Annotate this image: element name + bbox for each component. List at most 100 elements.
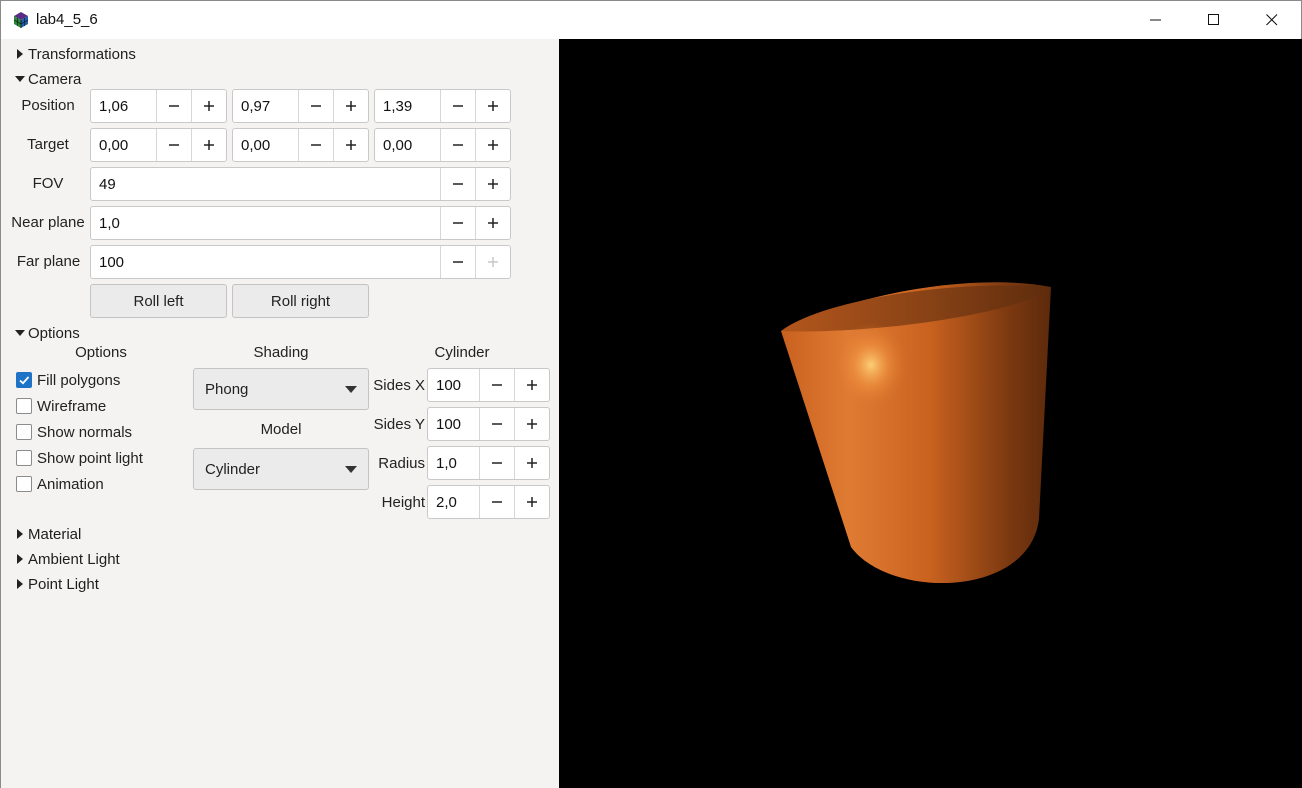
checkbox-checked[interactable]	[16, 372, 32, 388]
show-point-light-label: Show point light	[37, 449, 143, 467]
radius-decrement[interactable]	[479, 447, 514, 479]
title-bar: lab4_5_6	[1, 1, 1301, 38]
minus-icon	[311, 105, 321, 107]
animation-checkbox[interactable]: Animation	[16, 474, 104, 494]
dropdown-caret-icon	[345, 466, 357, 473]
collapsed-arrow-icon	[17, 49, 23, 59]
far-plane-spinner[interactable]: 100	[90, 245, 511, 279]
far-plane-decrement[interactable]	[440, 246, 475, 278]
plus-icon	[346, 140, 356, 150]
plus-icon	[488, 140, 498, 150]
options-column-header: Options	[75, 344, 127, 361]
fill-polygons-checkbox[interactable]: Fill polygons	[16, 370, 120, 390]
position-x-decrement[interactable]	[156, 90, 191, 122]
position-y-increment[interactable]	[333, 90, 368, 122]
sides-x-value[interactable]: 100	[428, 377, 479, 394]
target-x-spinner[interactable]: 0,00	[90, 128, 227, 162]
target-x-value[interactable]: 0,00	[91, 137, 156, 154]
position-y-decrement[interactable]	[298, 90, 333, 122]
target-y-increment[interactable]	[333, 129, 368, 161]
roll-left-button[interactable]: Roll left	[90, 284, 227, 318]
near-plane-decrement[interactable]	[440, 207, 475, 239]
fov-decrement[interactable]	[440, 168, 475, 200]
checkbox-unchecked[interactable]	[16, 398, 32, 414]
maximize-button[interactable]	[1185, 1, 1243, 38]
radius-increment[interactable]	[514, 447, 549, 479]
checkbox-unchecked[interactable]	[16, 450, 32, 466]
section-ambient-light[interactable]: Ambient Light	[15, 549, 120, 569]
minimize-button[interactable]	[1127, 1, 1185, 38]
sides-x-decrement[interactable]	[479, 369, 514, 401]
position-z-increment[interactable]	[475, 90, 510, 122]
target-y-spinner[interactable]: 0,00	[232, 128, 369, 162]
near-plane-increment[interactable]	[475, 207, 510, 239]
far-plane-value[interactable]: 100	[91, 254, 440, 271]
fov-value[interactable]: 49	[91, 176, 440, 193]
collapsed-arrow-icon	[17, 579, 23, 589]
height-value[interactable]: 2,0	[428, 494, 479, 511]
checkbox-unchecked[interactable]	[16, 476, 32, 492]
position-y-value[interactable]: 0,97	[233, 98, 298, 115]
height-spinner[interactable]: 2,0	[427, 485, 550, 519]
section-transformations[interactable]: Transformations	[15, 44, 136, 64]
section-point-light[interactable]: Point Light	[15, 574, 99, 594]
dropdown-caret-icon	[345, 386, 357, 393]
position-y-spinner[interactable]: 0,97	[232, 89, 369, 123]
minus-icon	[169, 105, 179, 107]
show-normals-checkbox[interactable]: Show normals	[16, 422, 132, 442]
plus-icon	[527, 419, 537, 429]
section-options[interactable]: Options	[15, 323, 80, 343]
shading-dropdown[interactable]: Phong	[193, 368, 369, 410]
height-increment[interactable]	[514, 486, 549, 518]
maximize-icon	[1208, 13, 1219, 25]
target-z-value[interactable]: 0,00	[375, 137, 440, 154]
radius-spinner[interactable]: 1,0	[427, 446, 550, 480]
plus-icon	[527, 458, 537, 468]
wireframe-checkbox[interactable]: Wireframe	[16, 396, 106, 416]
section-material[interactable]: Material	[15, 524, 81, 544]
target-y-decrement[interactable]	[298, 129, 333, 161]
sides-y-spinner[interactable]: 100	[427, 407, 550, 441]
fov-increment[interactable]	[475, 168, 510, 200]
window-title: lab4_5_6	[36, 11, 98, 28]
position-z-value[interactable]: 1,39	[375, 98, 440, 115]
plus-icon	[488, 179, 498, 189]
target-x-increment[interactable]	[191, 129, 226, 161]
target-y-value[interactable]: 0,00	[233, 137, 298, 154]
show-point-light-checkbox[interactable]: Show point light	[16, 448, 143, 468]
target-z-spinner[interactable]: 0,00	[374, 128, 511, 162]
close-icon	[1266, 13, 1278, 25]
model-selected-value: Cylinder	[205, 460, 261, 478]
minus-icon	[169, 144, 179, 146]
fov-spinner[interactable]: 49	[90, 167, 511, 201]
near-plane-spinner[interactable]: 1,0	[90, 206, 511, 240]
render-viewport[interactable]	[559, 39, 1302, 788]
position-z-decrement[interactable]	[440, 90, 475, 122]
sides-y-value[interactable]: 100	[428, 416, 479, 433]
far-plane-increment[interactable]	[475, 246, 510, 278]
position-x-increment[interactable]	[191, 90, 226, 122]
height-decrement[interactable]	[479, 486, 514, 518]
sides-x-label: Sides X	[373, 377, 425, 394]
position-label: Position	[21, 97, 75, 114]
checkbox-unchecked[interactable]	[16, 424, 32, 440]
model-dropdown[interactable]: Cylinder	[193, 448, 369, 490]
close-button[interactable]	[1243, 1, 1301, 38]
target-x-decrement[interactable]	[156, 129, 191, 161]
show-normals-label: Show normals	[37, 423, 133, 441]
position-x-value[interactable]: 1,06	[91, 98, 156, 115]
position-x-spinner[interactable]: 1,06	[90, 89, 227, 123]
radius-value[interactable]: 1,0	[428, 455, 479, 472]
app-window: lab4_5_6 Transformations Camera Position…	[0, 0, 1302, 788]
sides-y-increment[interactable]	[514, 408, 549, 440]
target-z-increment[interactable]	[475, 129, 510, 161]
target-z-decrement[interactable]	[440, 129, 475, 161]
sides-x-spinner[interactable]: 100	[427, 368, 550, 402]
plus-icon	[527, 497, 537, 507]
section-camera[interactable]: Camera	[15, 69, 81, 89]
near-plane-value[interactable]: 1,0	[91, 215, 440, 232]
roll-right-button[interactable]: Roll right	[232, 284, 369, 318]
sides-x-increment[interactable]	[514, 369, 549, 401]
position-z-spinner[interactable]: 1,39	[374, 89, 511, 123]
sides-y-decrement[interactable]	[479, 408, 514, 440]
